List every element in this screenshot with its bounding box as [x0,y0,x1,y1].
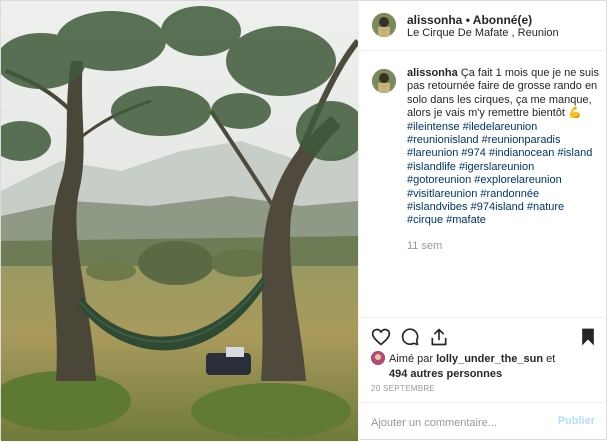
comment-bar: Publier [359,402,607,441]
post-location[interactable]: Le Cirque De Mafate , Reunion [407,27,559,39]
share-icon[interactable] [429,327,449,347]
liker-username[interactable]: lolly_under_the_sun [436,353,543,365]
post-header: alissonha • Abonné(e) Le Cirque De Mafat… [359,1,607,51]
follow-status-button[interactable]: Abonné(e) [473,13,532,27]
post-caption: alissonha Ça fait 1 mois que je ne suis … [407,67,599,228]
likes-others-count[interactable]: 494 autres personnes [389,368,502,380]
post-sidebar: alissonha • Abonné(e) Le Cirque De Mafat… [358,1,607,441]
bookmark-icon[interactable] [579,327,597,347]
author-username[interactable]: alissonha [407,13,462,27]
post-container: alissonha • Abonné(e) Le Cirque De Mafat… [0,0,607,441]
header-separator: • [465,13,470,27]
actions-divider [359,317,607,318]
likes-connector: et [546,353,556,365]
caption-hashtags[interactable]: #ileintense #iledelareunion #reunionisla… [407,121,592,227]
caption-username[interactable]: alissonha [407,67,458,79]
author-username-row: alissonha • Abonné(e) [407,13,532,27]
avatar-image [371,351,385,365]
post-date[interactable]: 20 SEPTEMBRE [371,384,435,393]
likes-summary: Aimé par lolly_under_the_sun et 494 autr… [389,352,604,382]
comment-input[interactable] [371,414,551,432]
likes-prefix: Aimé par [389,353,434,365]
comment-bubble-icon[interactable] [400,327,420,347]
post-photo[interactable] [1,1,358,441]
flexed-biceps-emoji: 💪 [568,107,582,120]
author-avatar[interactable] [372,13,396,37]
avatar-image [372,13,396,37]
liker-avatar[interactable] [371,351,385,365]
caption-author-avatar[interactable] [372,69,396,93]
publish-button[interactable]: Publier [558,415,595,427]
landscape-photo [1,1,358,441]
heart-icon[interactable] [371,327,391,347]
caption-time-ago[interactable]: 11 sem [407,240,442,252]
avatar-image [372,69,396,93]
